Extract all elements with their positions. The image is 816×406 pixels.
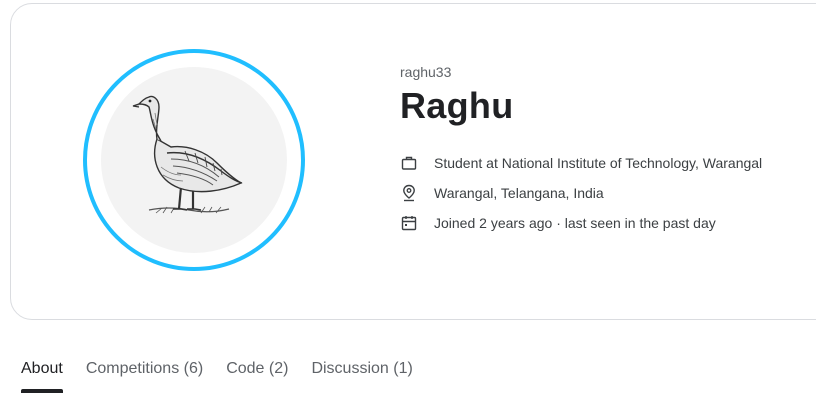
- briefcase-icon: [400, 154, 418, 172]
- tab-about[interactable]: About: [21, 360, 63, 393]
- occupation-text: Student at National Institute of Technol…: [434, 155, 763, 171]
- avatar[interactable]: [101, 67, 287, 253]
- tab-discussion[interactable]: Discussion (1): [311, 360, 412, 390]
- activity-row: Joined 2 years ago · last seen in the pa…: [400, 212, 716, 234]
- tab-code[interactable]: Code (2): [226, 360, 288, 390]
- profile-tabs: About Competitions (6) Code (2) Discussi…: [21, 360, 436, 393]
- goose-avatar-image: [132, 95, 243, 214]
- tab-competitions[interactable]: Competitions (6): [86, 360, 203, 390]
- location-pin-icon: [400, 184, 418, 202]
- username: raghu33: [400, 64, 452, 80]
- location-text: Warangal, Telangana, India: [434, 185, 604, 201]
- occupation-row: Student at National Institute of Technol…: [400, 152, 762, 174]
- display-name: Raghu: [400, 85, 514, 126]
- location-row: Warangal, Telangana, India: [400, 182, 604, 204]
- calendar-icon: [400, 214, 418, 232]
- activity-text: Joined 2 years ago · last seen in the pa…: [434, 215, 716, 231]
